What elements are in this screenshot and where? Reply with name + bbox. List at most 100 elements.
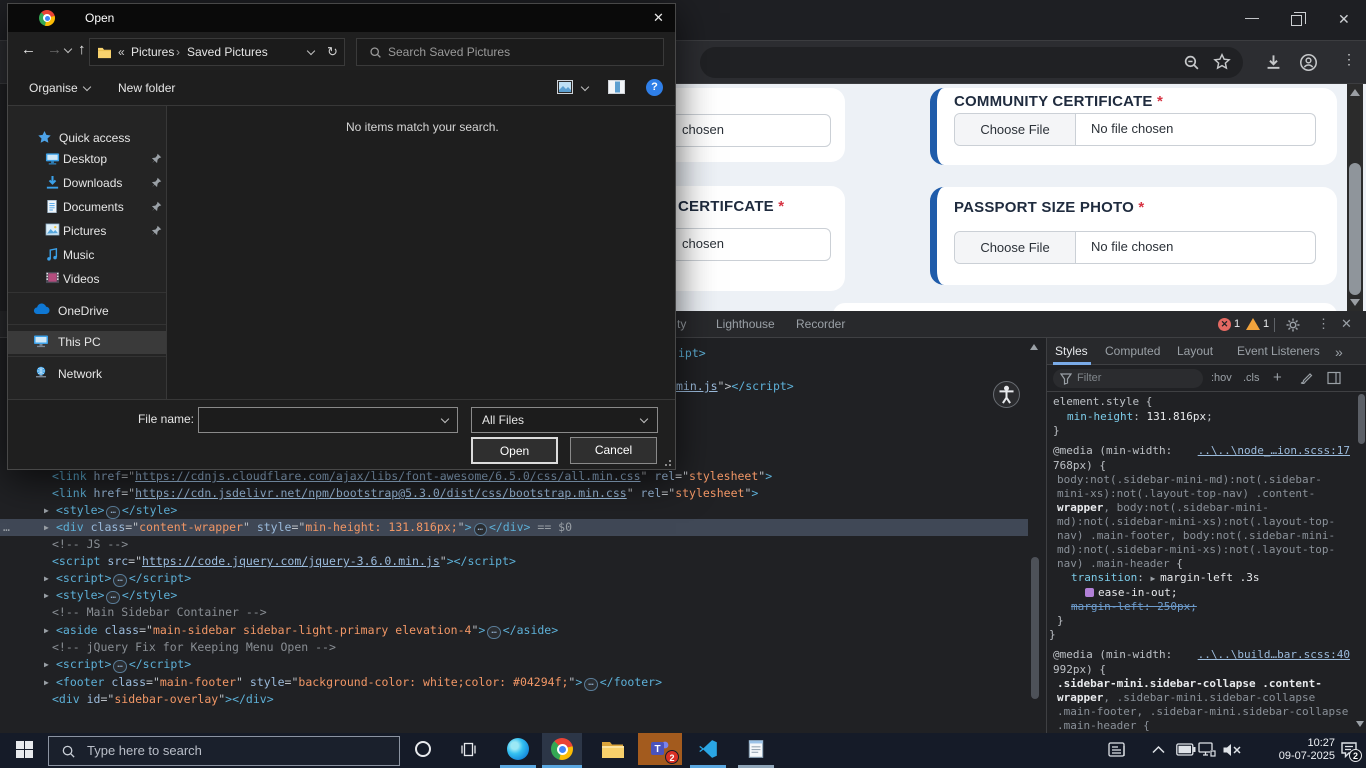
pin-icon[interactable] <box>151 201 162 215</box>
new-folder-button[interactable]: New folder <box>118 81 175 95</box>
devtools-menu-icon[interactable]: ⋮ <box>1317 316 1330 332</box>
expand-ellipsis-icon[interactable]: … <box>106 591 119 604</box>
expand-ellipsis-icon[interactable]: … <box>487 626 500 639</box>
code-line[interactable]: ▶<style>…</style> <box>0 587 1028 604</box>
style-rule-line[interactable]: body:not(.sidebar-mini-md):not(.sidebar- <box>1057 473 1322 486</box>
file-name-input[interactable] <box>198 407 458 433</box>
back-icon[interactable]: ← <box>21 41 36 58</box>
expand-arrow-icon[interactable]: ▶ <box>44 519 49 536</box>
code-line[interactable]: <!-- JS --> <box>0 536 1028 553</box>
styles-scrollbar-thumb[interactable] <box>1358 394 1365 444</box>
scrollbar-thumb[interactable] <box>1349 163 1361 295</box>
sidebar-item-desktop[interactable]: Desktop <box>8 148 166 171</box>
downloads-icon[interactable] <box>1264 53 1283 72</box>
sidebar-item-this-pc[interactable]: This PC <box>8 331 166 354</box>
profile-icon[interactable] <box>1299 53 1318 72</box>
style-rule-line[interactable]: element.style { <box>1053 395 1152 408</box>
expand-ellipsis-icon[interactable]: … <box>113 574 126 587</box>
code-line[interactable]: ▶<style>…</style> <box>0 502 1028 519</box>
accessibility-person-icon[interactable] <box>993 381 1020 408</box>
more-tabs-icon[interactable]: » <box>1335 344 1343 360</box>
taskbar-chrome[interactable] <box>542 733 582 765</box>
file-type-select[interactable]: All Files <box>471 407 658 433</box>
error-badge-icon[interactable]: ✕ <box>1218 318 1231 331</box>
file-input[interactable]: Choose FileNo file chosen <box>954 231 1316 264</box>
error-count[interactable]: 1 <box>1234 318 1240 330</box>
choose-file-button[interactable]: Choose File <box>955 114 1076 145</box>
elements-scrollbar-thumb[interactable] <box>1031 557 1039 699</box>
view-chevron-icon[interactable] <box>581 83 589 91</box>
sidebar-item-pictures[interactable]: Pictures <box>8 220 166 243</box>
file-input-fragment-1[interactable]: chosen <box>676 114 831 147</box>
style-rule-line[interactable]: nav) .main-header { <box>1057 557 1183 570</box>
dialog-filelist[interactable]: No items match your search. <box>168 106 675 399</box>
sidebar-item-documents[interactable]: Documents <box>8 196 166 219</box>
expand-arrow-icon[interactable]: ▶ <box>44 502 49 519</box>
code-line[interactable]: ▶<aside class="main-sidebar sidebar-ligh… <box>0 622 1028 639</box>
page-scrollbar[interactable] <box>1347 84 1363 311</box>
tab-fragment[interactable]: ty <box>677 317 686 331</box>
taskbar-teams[interactable]: T 2 <box>638 733 682 765</box>
style-rule-line[interactable]: } <box>1053 424 1060 437</box>
resize-grip[interactable] <box>661 456 671 466</box>
style-rule-line[interactable]: .sidebar-mini.sidebar-collapse .content- <box>1057 677 1322 690</box>
refresh-icon[interactable]: ↻ <box>327 44 338 60</box>
cls-toggle[interactable]: .cls <box>1243 372 1260 384</box>
sidebar-item-network[interactable]: Network <box>8 363 166 386</box>
expand-arrow-icon[interactable]: ▶ <box>44 674 49 691</box>
tab-layout[interactable]: Layout <box>1177 344 1213 358</box>
address-bar[interactable] <box>700 47 1243 78</box>
panel-layout-icon[interactable] <box>1327 371 1341 385</box>
code-fragment[interactable]: ipt> <box>678 345 706 362</box>
code-line[interactable]: <link href="https://cdnjs.cloudflare.com… <box>0 468 1028 485</box>
help-icon[interactable]: ? <box>646 79 663 96</box>
taskbar-notepad[interactable] <box>736 733 776 765</box>
style-rule-line[interactable]: .main-footer, .sidebar-mini.sidebar-coll… <box>1057 705 1348 718</box>
sidebar-item-music[interactable]: Music <box>8 244 166 267</box>
style-rule-line[interactable]: 992px) { <box>1053 663 1106 676</box>
style-rule-line[interactable]: mini-xs):not(.layout-top-nav) .content- <box>1057 487 1315 500</box>
code-line[interactable]: <script src="https://code.jquery.com/jqu… <box>0 553 1028 570</box>
pin-icon[interactable] <box>151 153 162 167</box>
tray-chevron-up-icon[interactable] <box>1152 745 1165 754</box>
code-line[interactable]: <div id="sidebar-overlay"></div> <box>0 691 1028 707</box>
styles-filter-input[interactable]: Filter <box>1053 369 1203 388</box>
style-rule-line[interactable]: wrapper, .sidebar-mini.sidebar-collapse <box>1057 691 1315 704</box>
view-thumbnail-icon[interactable] <box>557 80 573 94</box>
sidebar-item-quick-access[interactable]: Quick access <box>8 127 166 150</box>
start-button[interactable] <box>0 733 48 765</box>
volume-muted-icon[interactable] <box>1222 742 1242 758</box>
expand-ellipsis-icon[interactable]: … <box>474 523 487 536</box>
pin-icon[interactable] <box>151 177 162 191</box>
sidebar-item-videos[interactable]: Videos <box>8 268 166 291</box>
dialog-close-icon[interactable]: ✕ <box>653 10 664 26</box>
style-rule-line[interactable]: md):not(.sidebar-mini-xs):not(.layout-to… <box>1057 515 1335 528</box>
taskbar-explorer[interactable] <box>592 733 632 765</box>
code-line[interactable]: <link href="https://cdn.jsdelivr.net/npm… <box>0 485 1028 502</box>
stylesheet-source-link[interactable]: ..\..\node_…ion.scss:17 <box>1198 444 1350 457</box>
style-rule-line[interactable]: md):not(.sidebar-mini-xs):not(.layout-to… <box>1057 543 1335 556</box>
history-chevron-icon[interactable] <box>64 45 72 53</box>
cortana-button[interactable] <box>400 733 446 765</box>
expand-ellipsis-icon[interactable]: … <box>584 678 597 691</box>
open-button[interactable]: Open <box>471 437 558 464</box>
style-rule-line[interactable]: wrapper, body:not(.sidebar-mini- <box>1057 501 1269 514</box>
scroll-up-icon[interactable] <box>1350 89 1360 96</box>
organise-chevron-icon[interactable] <box>83 83 91 91</box>
expand-arrow-icon[interactable]: ▶ <box>44 656 49 673</box>
style-rule-line[interactable]: ease-in-out; <box>1085 586 1177 599</box>
taskbar-edge[interactable] <box>498 733 538 765</box>
tab-computed[interactable]: Computed <box>1105 344 1160 358</box>
code-line[interactable]: ▶<footer class="main-footer" style="back… <box>0 674 1028 691</box>
style-rule-line[interactable]: nav) .main-footer, body:not(.sidebar-min… <box>1057 529 1335 542</box>
taskbar-clock[interactable]: 10:27 09-07-2025 <box>1265 737 1335 763</box>
menu-dots-icon[interactable]: ⋮ <box>1342 51 1356 68</box>
elements-scroll-up-icon[interactable] <box>1030 344 1038 350</box>
bezier-swatch-icon[interactable] <box>1085 588 1094 597</box>
file-input-fragment-2[interactable]: chosen <box>676 228 831 261</box>
code-line[interactable]: …▶<div class="content-wrapper" style="mi… <box>0 519 1028 536</box>
taskbar-vscode[interactable] <box>688 733 728 765</box>
stylesheet-source-link[interactable]: ..\..\build…bar.scss:40 <box>1198 648 1350 661</box>
style-rule-line[interactable]: } <box>1049 628 1056 641</box>
code-line[interactable]: <!-- Main Sidebar Container --> <box>0 604 1028 621</box>
